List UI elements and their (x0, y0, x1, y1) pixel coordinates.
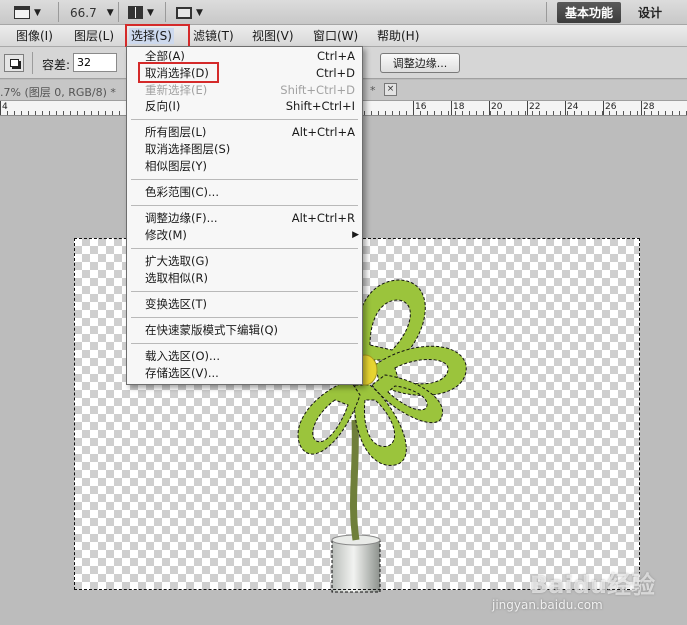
menu-separator (131, 179, 358, 180)
menu-item-similar-layers[interactable]: 相似图层(Y) (145, 159, 355, 174)
menu-separator (131, 248, 358, 249)
menu-separator (131, 205, 358, 206)
menu-item-refine-edge[interactable]: 调整边缘(F)... Alt+Ctrl+R (145, 211, 355, 226)
watermark-url: jingyan.baidu.com (492, 598, 603, 612)
menu-separator (131, 317, 358, 318)
menu-item-quick-mask[interactable]: 在快速蒙版模式下编辑(Q) (145, 323, 355, 338)
shortcut: Alt+Ctrl+R (291, 211, 355, 225)
menu-item-select-all[interactable]: 全部(A) Ctrl+A (145, 49, 355, 64)
shortcut: Ctrl+D (316, 66, 355, 80)
menu-item-load-selection[interactable]: 载入选区(O)... (145, 349, 355, 364)
menu-item-reselect: 重新选择(E) Shift+Ctrl+D (145, 83, 355, 97)
submenu-arrow-icon: ▶ (352, 230, 359, 240)
menu-item-modify[interactable]: 修改(M) ▶ (145, 228, 359, 243)
menu-separator (131, 343, 358, 344)
menu-item-inverse[interactable]: 反向(I) Shift+Ctrl+I (145, 99, 355, 114)
menu-separator (131, 291, 358, 292)
shortcut: Shift+Ctrl+D (280, 83, 355, 97)
menu-item-transform-selection[interactable]: 变换选区(T) (145, 297, 355, 312)
select-menu-dropdown: 全部(A) Ctrl+A 取消选择(D) Ctrl+D 重新选择(E) Shift+C… (126, 46, 363, 385)
menu-item-similar[interactable]: 选取相似(R) (145, 271, 355, 286)
menu-item-grow[interactable]: 扩大选取(G) (145, 254, 355, 269)
menu-item-color-range[interactable]: 色彩范围(C)... (145, 185, 355, 200)
menu-item-all-layers[interactable]: 所有图层(L) Alt+Ctrl+A (145, 125, 355, 140)
shortcut: Ctrl+A (317, 49, 355, 63)
watermark-logo: Baidu经验 (530, 571, 655, 599)
menu-item-save-selection[interactable]: 存储选区(V)... (145, 366, 355, 381)
menu-separator (131, 119, 358, 120)
menu-item-deselect[interactable]: 取消选择(D) Ctrl+D (145, 66, 355, 81)
menu-item-deselect-layers[interactable]: 取消选择图层(S) (145, 142, 355, 157)
shortcut: Alt+Ctrl+A (291, 125, 355, 139)
shortcut: Shift+Ctrl+I (285, 99, 355, 113)
